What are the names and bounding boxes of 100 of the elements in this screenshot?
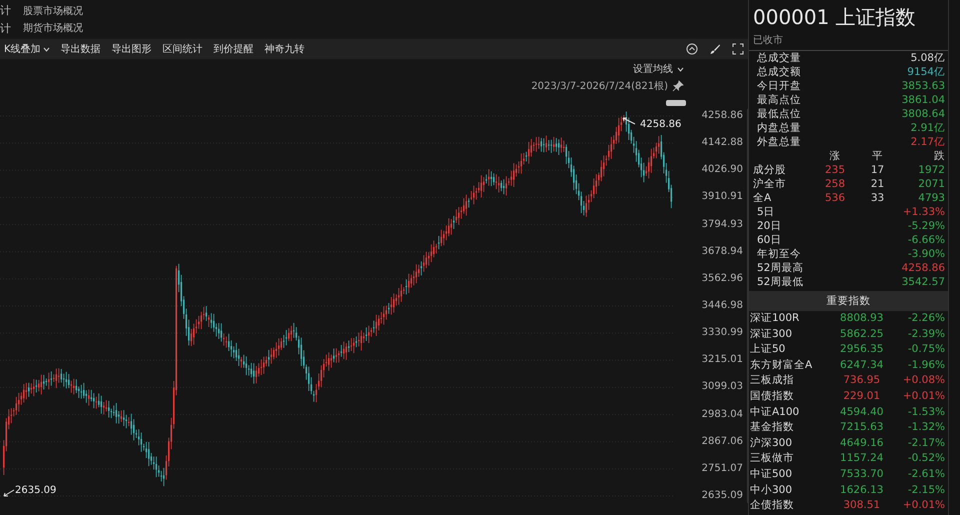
toolbar-button[interactable]: 神奇九转 — [264, 42, 305, 56]
index-name[interactable]: 深证100R — [750, 311, 834, 327]
axis-tick-label: 3215.01 — [702, 353, 743, 368]
period-change: 4258.86 — [902, 261, 945, 275]
stat-label: 外盘总量 — [757, 135, 802, 149]
axis-tick-label: 4258.86 — [702, 109, 743, 123]
index-price: 6247.34 — [839, 358, 884, 373]
index-change: -1.32% — [906, 420, 945, 436]
toolbar-button[interactable]: 导出数据 — [60, 42, 101, 56]
index-change: +0.01% — [902, 388, 945, 404]
scroll-handle[interactable] — [666, 100, 686, 106]
brush-icon[interactable] — [709, 43, 721, 55]
index-name[interactable]: 中证A100 — [750, 404, 834, 420]
index-name[interactable]: 中小300 — [750, 482, 834, 498]
collapse-icon[interactable] — [686, 43, 698, 55]
index-price: 736.95 — [842, 373, 882, 388]
section-header: 重要指数 — [749, 291, 948, 311]
breadth-label: 沪全市 — [753, 177, 787, 191]
fall-count: 4793 — [917, 191, 945, 205]
rise-count: 536 — [824, 191, 846, 205]
stock-title: 000001 上证指数 — [752, 4, 917, 31]
stat-value: 5.08亿 — [910, 51, 945, 65]
axis-tick-label: 3446.98 — [702, 298, 743, 313]
date-range: 2023/3/7-2026/7/24(821根) — [531, 80, 668, 93]
period-label: 52周最高 — [757, 261, 804, 275]
tab-label[interactable]: 期货市场概况 — [23, 21, 83, 36]
toolbar-button[interactable]: 区间统计 — [162, 42, 203, 56]
index-price: 5862.25 — [839, 326, 884, 342]
fall-count: 1972 — [917, 163, 945, 177]
period-change: -6.66% — [906, 233, 945, 247]
period-label: 20日 — [757, 219, 782, 233]
period-label: 年初至今 — [757, 247, 802, 261]
stat-value: 2.91亿 — [910, 121, 945, 135]
period-change: -3.90% — [906, 247, 945, 261]
index-change: -1.96% — [906, 358, 945, 373]
axis-tick-label: 2867.06 — [702, 434, 743, 449]
index-change: -0.75% — [906, 342, 945, 358]
tab-label[interactable]: 计 — [0, 20, 11, 36]
axis-tick-label: 3330.99 — [702, 326, 743, 340]
stat-label: 今日开盘 — [757, 79, 802, 93]
index-name[interactable]: 企债指数 — [750, 498, 834, 514]
low-price-label: 2635.09 — [15, 485, 56, 496]
fullscreen-icon[interactable] — [732, 43, 744, 55]
index-name[interactable]: 三板做市 — [750, 451, 834, 467]
flat-count: 33 — [870, 191, 886, 205]
index-change: +0.08% — [902, 373, 945, 388]
index-change: -2.61% — [906, 466, 945, 482]
index-name[interactable]: 上证50 — [750, 342, 834, 358]
market-status: 已收市 — [749, 31, 948, 51]
flat-count: 17 — [870, 163, 886, 177]
index-price: 4594.40 — [839, 404, 884, 420]
axis-tick-label: 3099.03 — [702, 380, 743, 394]
tab-label[interactable]: 计 — [0, 3, 11, 18]
stat-label: 内盘总量 — [757, 121, 802, 135]
index-name[interactable]: 国债指数 — [750, 388, 834, 405]
axis-tick-label: 4142.88 — [702, 136, 743, 150]
index-price: 308.51 — [842, 498, 882, 514]
period-change: 3542.57 — [902, 275, 945, 289]
fall-count: 2071 — [917, 177, 945, 191]
period-label: 60日 — [757, 233, 782, 247]
index-name[interactable]: 沪深300 — [750, 436, 834, 452]
axis-tick-label: 2983.04 — [702, 408, 743, 422]
index-name[interactable]: 深证300 — [750, 326, 834, 342]
index-change: -0.52% — [906, 451, 945, 466]
stat-value: 3808.64 — [902, 107, 945, 121]
axis-tick-label: 3910.91 — [702, 190, 743, 204]
column-header: 平 — [871, 149, 884, 163]
index-price: 7215.63 — [839, 420, 884, 436]
caret-icon — [677, 66, 684, 72]
index-change: -2.15% — [906, 482, 945, 498]
period-change: -5.29% — [906, 219, 945, 233]
overlay-dropdown[interactable]: K线叠加 — [4, 42, 50, 56]
leader-line — [622, 117, 636, 125]
period-label: 5日 — [757, 205, 776, 219]
rise-count: 258 — [824, 177, 846, 191]
tab-label[interactable]: 股票市场概况 — [23, 4, 83, 18]
index-price: 8808.93 — [839, 311, 884, 326]
pin-icon[interactable] — [672, 80, 684, 92]
high-price-label: 4258.86 — [640, 119, 682, 130]
index-change: -2.26% — [906, 311, 945, 326]
index-name[interactable]: 东方财富全A — [750, 358, 834, 374]
axis-tick-label: 3562.96 — [702, 272, 743, 286]
stat-value: 3861.04 — [902, 93, 945, 107]
toolbar-button[interactable]: 导出图形 — [112, 42, 152, 56]
axis-tick-label: 4026.90 — [702, 163, 743, 178]
period-change: +1.33% — [902, 205, 945, 219]
index-price: 1157.24 — [839, 451, 884, 466]
index-name[interactable]: 三板成指 — [750, 373, 834, 389]
ma-settings-dropdown[interactable]: 设置均线 — [633, 62, 684, 76]
index-price: 7533.70 — [839, 466, 884, 482]
toolbar-button[interactable]: 到价提醒 — [214, 42, 254, 56]
index-name[interactable]: 中证500 — [750, 466, 834, 483]
flat-count: 21 — [870, 177, 886, 191]
index-price: 229.01 — [842, 388, 882, 404]
stat-label: 最低点位 — [757, 107, 802, 121]
stat-label: 最高点位 — [757, 93, 802, 107]
column-header: 涨 — [828, 149, 842, 163]
breadth-label: 成分股 — [753, 163, 787, 177]
stat-label: 总成交量 — [757, 51, 802, 65]
index-name[interactable]: 基金指数 — [750, 420, 834, 436]
